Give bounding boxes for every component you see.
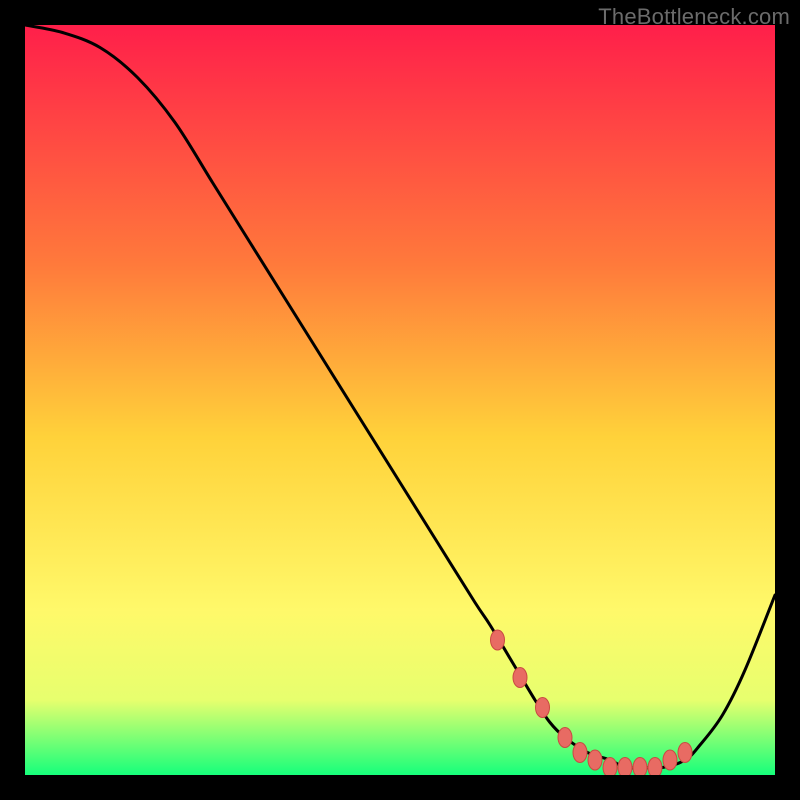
highlight-marker <box>491 630 505 650</box>
highlight-marker <box>573 743 587 763</box>
highlight-marker <box>536 698 550 718</box>
highlight-marker <box>558 728 572 748</box>
highlight-marker <box>633 758 647 776</box>
highlight-marker <box>618 758 632 776</box>
highlight-marker <box>513 668 527 688</box>
highlight-marker <box>663 750 677 770</box>
highlight-marker <box>648 758 662 776</box>
highlight-marker <box>603 758 617 776</box>
chart-frame: TheBottleneck.com <box>0 0 800 800</box>
watermark-text: TheBottleneck.com <box>598 4 790 30</box>
highlight-marker <box>588 750 602 770</box>
highlight-marker <box>678 743 692 763</box>
gradient-background <box>25 25 775 775</box>
bottleneck-chart <box>25 25 775 775</box>
